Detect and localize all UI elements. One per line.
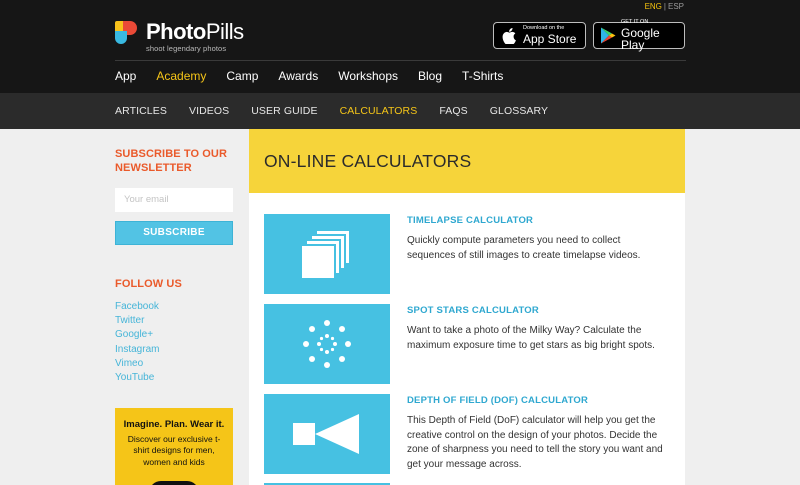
google-play-button[interactable]: GET IT ON Google Play xyxy=(593,19,685,52)
google-play-icon xyxy=(600,27,616,45)
newsletter-email-input[interactable] xyxy=(115,187,233,212)
nav-app[interactable]: App xyxy=(115,69,136,83)
subnav-videos[interactable]: VIDEOS xyxy=(189,105,229,117)
depth-of-field-icon xyxy=(293,414,359,454)
site-header: ENG | ESP PhotoPills shoot legendary photo… xyxy=(0,0,800,93)
page-banner: ON-LINE CALCULATORS xyxy=(249,129,685,193)
lang-separator: | xyxy=(663,2,666,11)
follow-us-heading: FOLLOW US xyxy=(115,277,182,290)
subnav-glossary[interactable]: GLOSSARY xyxy=(490,105,548,117)
photopills-logo-icon xyxy=(115,21,139,45)
main-navigation: App Academy Camp Awards Workshops Blog T… xyxy=(115,69,523,83)
ad-headline: Imagine. Plan. Wear it. xyxy=(123,419,225,430)
sub-navigation: ARTICLES VIDEOS USER GUIDE CALCULATORS F… xyxy=(0,93,800,129)
dof-thumbnail[interactable] xyxy=(264,394,390,474)
ad-text: Discover our exclusive t-shirt designs f… xyxy=(127,434,221,467)
nav-awards[interactable]: Awards xyxy=(278,69,318,83)
subnav-user-guide[interactable]: USER GUIDE xyxy=(251,105,317,117)
nav-workshops[interactable]: Workshops xyxy=(338,69,398,83)
spot-stars-thumbnail[interactable] xyxy=(264,304,390,384)
timelapse-thumbnail[interactable] xyxy=(264,214,390,294)
page-title: ON-LINE CALCULATORS xyxy=(264,151,472,171)
subnav-calculators[interactable]: CALCULATORS xyxy=(340,105,418,117)
social-links: Facebook Twitter Google+ Instagram Vimeo… xyxy=(115,300,235,385)
nav-blog[interactable]: Blog xyxy=(418,69,442,83)
language-switcher: ENG | ESP xyxy=(645,2,684,11)
google-play-big-text: Google Play xyxy=(621,25,660,52)
calculator-title[interactable]: TIMELAPSE CALCULATOR xyxy=(407,215,667,226)
calculator-title[interactable]: DEPTH OF FIELD (DOF) CALCULATOR xyxy=(407,395,667,406)
social-link-youtube[interactable]: YouTube xyxy=(115,371,235,385)
app-store-small-text: Download on the xyxy=(523,25,565,32)
app-store-big-text: App Store xyxy=(523,31,577,46)
newsletter-heading: SUBSCRIBE TO OUR NEWSLETTER xyxy=(115,148,228,175)
app-store-button[interactable]: Download on the App Store xyxy=(493,22,586,49)
main-content: ON-LINE CALCULATORS TIMELAPSE CALCULATOR… xyxy=(249,129,685,485)
tshirt-ad-banner[interactable]: Imagine. Plan. Wear it. Discover our exc… xyxy=(115,408,233,485)
social-link-twitter[interactable]: Twitter xyxy=(115,314,235,328)
logo-tagline: shoot legendary photos xyxy=(146,44,227,53)
social-link-instagram[interactable]: Instagram xyxy=(115,343,235,357)
nav-tshirts[interactable]: T-Shirts xyxy=(462,69,503,83)
lang-esp-link[interactable]: ESP xyxy=(668,2,684,11)
social-link-google-plus[interactable]: Google+ xyxy=(115,328,235,342)
tshirt-image xyxy=(149,481,199,485)
subnav-faqs[interactable]: FAQS xyxy=(439,105,467,117)
apple-icon xyxy=(500,27,518,45)
lang-eng-link[interactable]: ENG xyxy=(645,2,662,11)
calculator-description: Quickly compute parameters you need to c… xyxy=(407,235,641,261)
site-logo[interactable]: PhotoPills shoot legendary photos xyxy=(115,21,244,53)
stacked-frames-icon xyxy=(300,229,351,280)
header-divider xyxy=(115,60,686,61)
calculator-title[interactable]: SPOT STARS CALCULATOR xyxy=(407,305,667,316)
sidebar: SUBSCRIBE TO OUR NEWSLETTER SUBSCRIBE FO… xyxy=(115,147,235,385)
calculator-description: Want to take a photo of the Milky Way? C… xyxy=(407,325,655,351)
google-play-small-text: GET IT ON xyxy=(621,19,649,26)
social-link-vimeo[interactable]: Vimeo xyxy=(115,357,235,371)
logo-wordmark: PhotoPills xyxy=(146,19,244,44)
social-link-facebook[interactable]: Facebook xyxy=(115,300,235,314)
subnav-articles[interactable]: ARTICLES xyxy=(115,105,167,117)
nav-camp[interactable]: Camp xyxy=(226,69,258,83)
calculator-description: This Depth of Field (DoF) calculator wil… xyxy=(407,415,663,470)
subscribe-button[interactable]: SUBSCRIBE xyxy=(115,220,233,245)
star-burst-icon xyxy=(303,320,351,368)
nav-academy[interactable]: Academy xyxy=(156,69,206,83)
